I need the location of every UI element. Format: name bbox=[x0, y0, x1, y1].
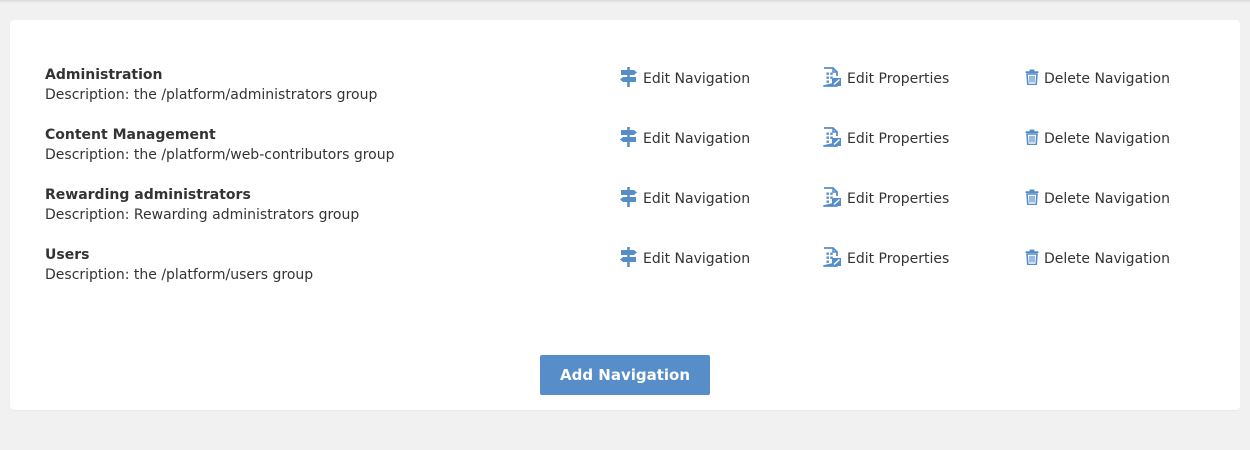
edit-navigation-label: Edit Navigation bbox=[643, 131, 751, 147]
edit-navigation-label: Edit Navigation bbox=[643, 191, 751, 207]
edit-properties-label: Edit Properties bbox=[847, 131, 950, 147]
edit-document-icon bbox=[823, 67, 847, 87]
signpost-icon bbox=[620, 127, 643, 147]
trash-icon bbox=[1025, 189, 1044, 205]
signpost-icon bbox=[620, 67, 643, 87]
group-description: Description: Rewarding administrators gr… bbox=[45, 207, 360, 223]
edit-navigation-label: Edit Navigation bbox=[643, 71, 751, 87]
edit-properties-label: Edit Properties bbox=[847, 251, 950, 267]
delete-navigation-link[interactable]: Delete Navigation bbox=[1025, 127, 1170, 151]
add-navigation-button[interactable]: Add Navigation bbox=[540, 355, 710, 395]
edit-properties-link[interactable]: Edit Properties bbox=[823, 187, 949, 211]
group-row: Administration Description: the /platfor… bbox=[10, 65, 1240, 115]
edit-properties-label: Edit Properties bbox=[847, 71, 950, 87]
edit-properties-link[interactable]: Edit Properties bbox=[823, 247, 949, 271]
delete-navigation-label: Delete Navigation bbox=[1044, 71, 1170, 87]
group-row: Users Description: the /platform/users g… bbox=[10, 245, 1240, 295]
edit-document-icon bbox=[823, 247, 847, 267]
edit-document-icon bbox=[823, 187, 847, 207]
trash-icon bbox=[1025, 249, 1044, 265]
edit-properties-link[interactable]: Edit Properties bbox=[823, 67, 949, 91]
group-row: Content Management Description: the /pla… bbox=[10, 125, 1240, 175]
header-shadow bbox=[0, 0, 1250, 3]
edit-navigation-label: Edit Navigation bbox=[643, 251, 751, 267]
delete-navigation-link[interactable]: Delete Navigation bbox=[1025, 67, 1170, 91]
group-description: Description: the /platform/web-contribut… bbox=[45, 147, 395, 163]
trash-icon bbox=[1025, 69, 1044, 85]
delete-navigation-label: Delete Navigation bbox=[1044, 251, 1170, 267]
group-title: Administration bbox=[45, 67, 163, 83]
delete-navigation-link[interactable]: Delete Navigation bbox=[1025, 247, 1170, 271]
navigation-groups-panel: Administration Description: the /platfor… bbox=[10, 20, 1240, 410]
group-title: Users bbox=[45, 247, 90, 263]
group-title: Content Management bbox=[45, 127, 216, 143]
edit-navigation-link[interactable]: Edit Navigation bbox=[620, 187, 750, 211]
edit-properties-link[interactable]: Edit Properties bbox=[823, 127, 949, 151]
edit-navigation-link[interactable]: Edit Navigation bbox=[620, 127, 750, 151]
signpost-icon bbox=[620, 187, 643, 207]
delete-navigation-link[interactable]: Delete Navigation bbox=[1025, 187, 1170, 211]
signpost-icon bbox=[620, 247, 643, 267]
edit-properties-label: Edit Properties bbox=[847, 191, 950, 207]
group-row: Rewarding administrators Description: Re… bbox=[10, 185, 1240, 235]
group-title: Rewarding administrators bbox=[45, 187, 251, 203]
delete-navigation-label: Delete Navigation bbox=[1044, 191, 1170, 207]
group-description: Description: the /platform/administrator… bbox=[45, 87, 378, 103]
edit-navigation-link[interactable]: Edit Navigation bbox=[620, 247, 750, 271]
trash-icon bbox=[1025, 129, 1044, 145]
delete-navigation-label: Delete Navigation bbox=[1044, 131, 1170, 147]
edit-document-icon bbox=[823, 127, 847, 147]
group-description: Description: the /platform/users group bbox=[45, 267, 314, 283]
edit-navigation-link[interactable]: Edit Navigation bbox=[620, 67, 750, 91]
